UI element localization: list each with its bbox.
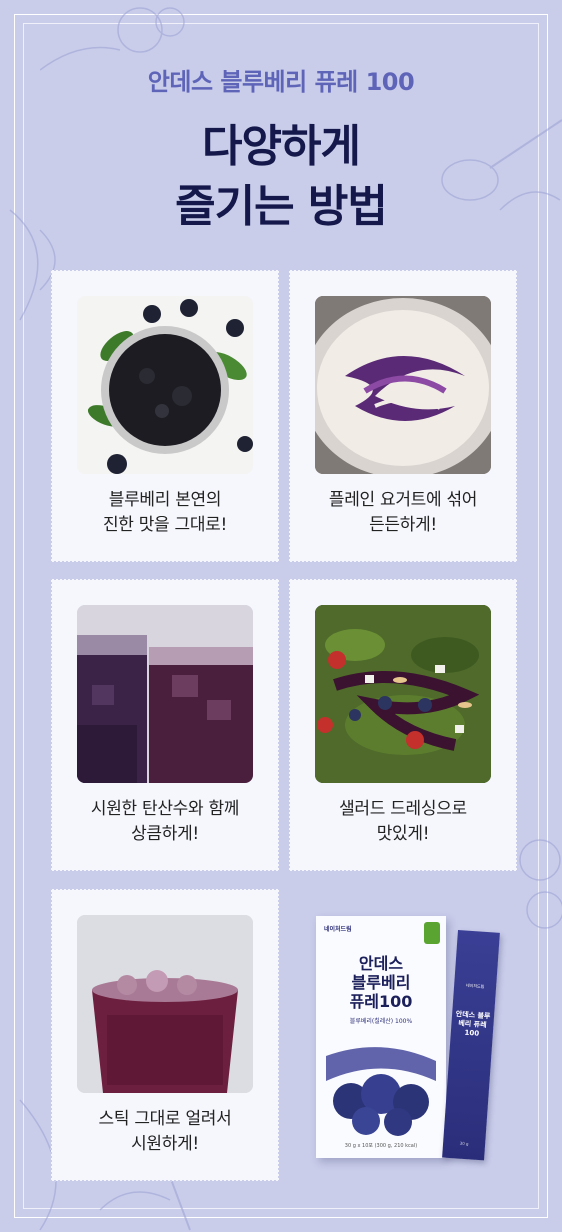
title-line-1: 다양하게	[202, 121, 361, 172]
page-header: 안데스 블루베리 퓨레 100 다양하게 즐기는 방법	[0, 62, 562, 237]
usage-card-yogurt: 플레인 요거트에 섞어 든든하게!	[288, 269, 518, 563]
usage-caption: 샐러드 드레싱으로 맛있게!	[293, 797, 513, 847]
usage-caption: 블루베리 본연의 진한 맛을 그대로!	[55, 488, 275, 538]
caption-line-2: 맛있게!	[376, 824, 430, 844]
product-subtitle: 안데스 블루베리 퓨레 100	[147, 68, 415, 96]
caption-line-1: 시원한 탄산수와 함께	[90, 799, 240, 819]
caption-line-2: 진한 맛을 그대로!	[102, 515, 228, 535]
frozen-slush-photo	[77, 915, 253, 1093]
box-name-line-2: 블루베리	[351, 973, 411, 992]
usage-card-soda: 시원한 탄산수와 함께 상큼하게!	[50, 578, 280, 872]
product-stick: 네이처드림 안데스 블루베리 퓨레100 30 g	[442, 930, 500, 1161]
caption-line-1: 블루베리 본연의	[108, 490, 222, 510]
usage-card-plain: 블루베리 본연의 진한 맛을 그대로!	[50, 269, 280, 563]
page-title: 다양하게 즐기는 방법	[0, 117, 562, 237]
salad-dressing-photo	[315, 605, 491, 783]
stick-brand: 네이처드림	[465, 982, 485, 989]
title-line-2: 즐기는 방법	[175, 181, 388, 232]
leaf-badge-icon	[424, 922, 440, 944]
blueberry-cluster-icon	[326, 1047, 436, 1136]
caption-line-1: 스틱 그대로 얼려서	[98, 1109, 232, 1129]
usage-caption: 시원한 탄산수와 함께 상큼하게!	[55, 797, 275, 847]
yogurt-swirl-photo	[315, 296, 491, 474]
box-name-line-3: 퓨레100	[349, 992, 413, 1011]
box-name-line-1: 안데스	[358, 954, 404, 973]
stick-product-name: 안데스 블루베리 퓨레100	[455, 1010, 491, 1038]
caption-line-2: 든든하게!	[369, 515, 437, 535]
usage-card-salad: 샐러드 드레싱으로 맛있게!	[288, 578, 518, 872]
blueberry-soda-photo	[77, 605, 253, 783]
product-package-image: 네이처드림 안데스 블루베리 퓨레100 블루베리(칠레산) 100% 30 g…	[300, 900, 510, 1170]
blueberry-jam-photo	[77, 296, 253, 474]
box-net-weight: 30 g x 10포 (300 g, 210 kcal)	[344, 1143, 418, 1149]
caption-line-2: 상큼하게!	[131, 824, 199, 844]
box-product-name: 안데스 블루베리 퓨레100	[316, 954, 446, 1011]
caption-line-2: 시원하게!	[131, 1134, 199, 1154]
product-box: 네이처드림 안데스 블루베리 퓨레100 블루베리(칠레산) 100% 30 g…	[316, 916, 446, 1158]
usage-caption: 스틱 그대로 얼려서 시원하게!	[55, 1107, 275, 1157]
stick-net-weight: 30 g	[459, 1140, 469, 1147]
usage-card-frozen: 스틱 그대로 얼려서 시원하게!	[50, 888, 280, 1182]
caption-line-1: 샐러드 드레싱으로	[339, 799, 467, 819]
usage-caption: 플레인 요거트에 섞어 든든하게!	[293, 488, 513, 538]
box-ingredient: 블루베리(칠레산) 100%	[349, 1018, 413, 1025]
caption-line-1: 플레인 요거트에 섞어	[328, 490, 478, 510]
box-brand: 네이처드림	[324, 926, 352, 933]
